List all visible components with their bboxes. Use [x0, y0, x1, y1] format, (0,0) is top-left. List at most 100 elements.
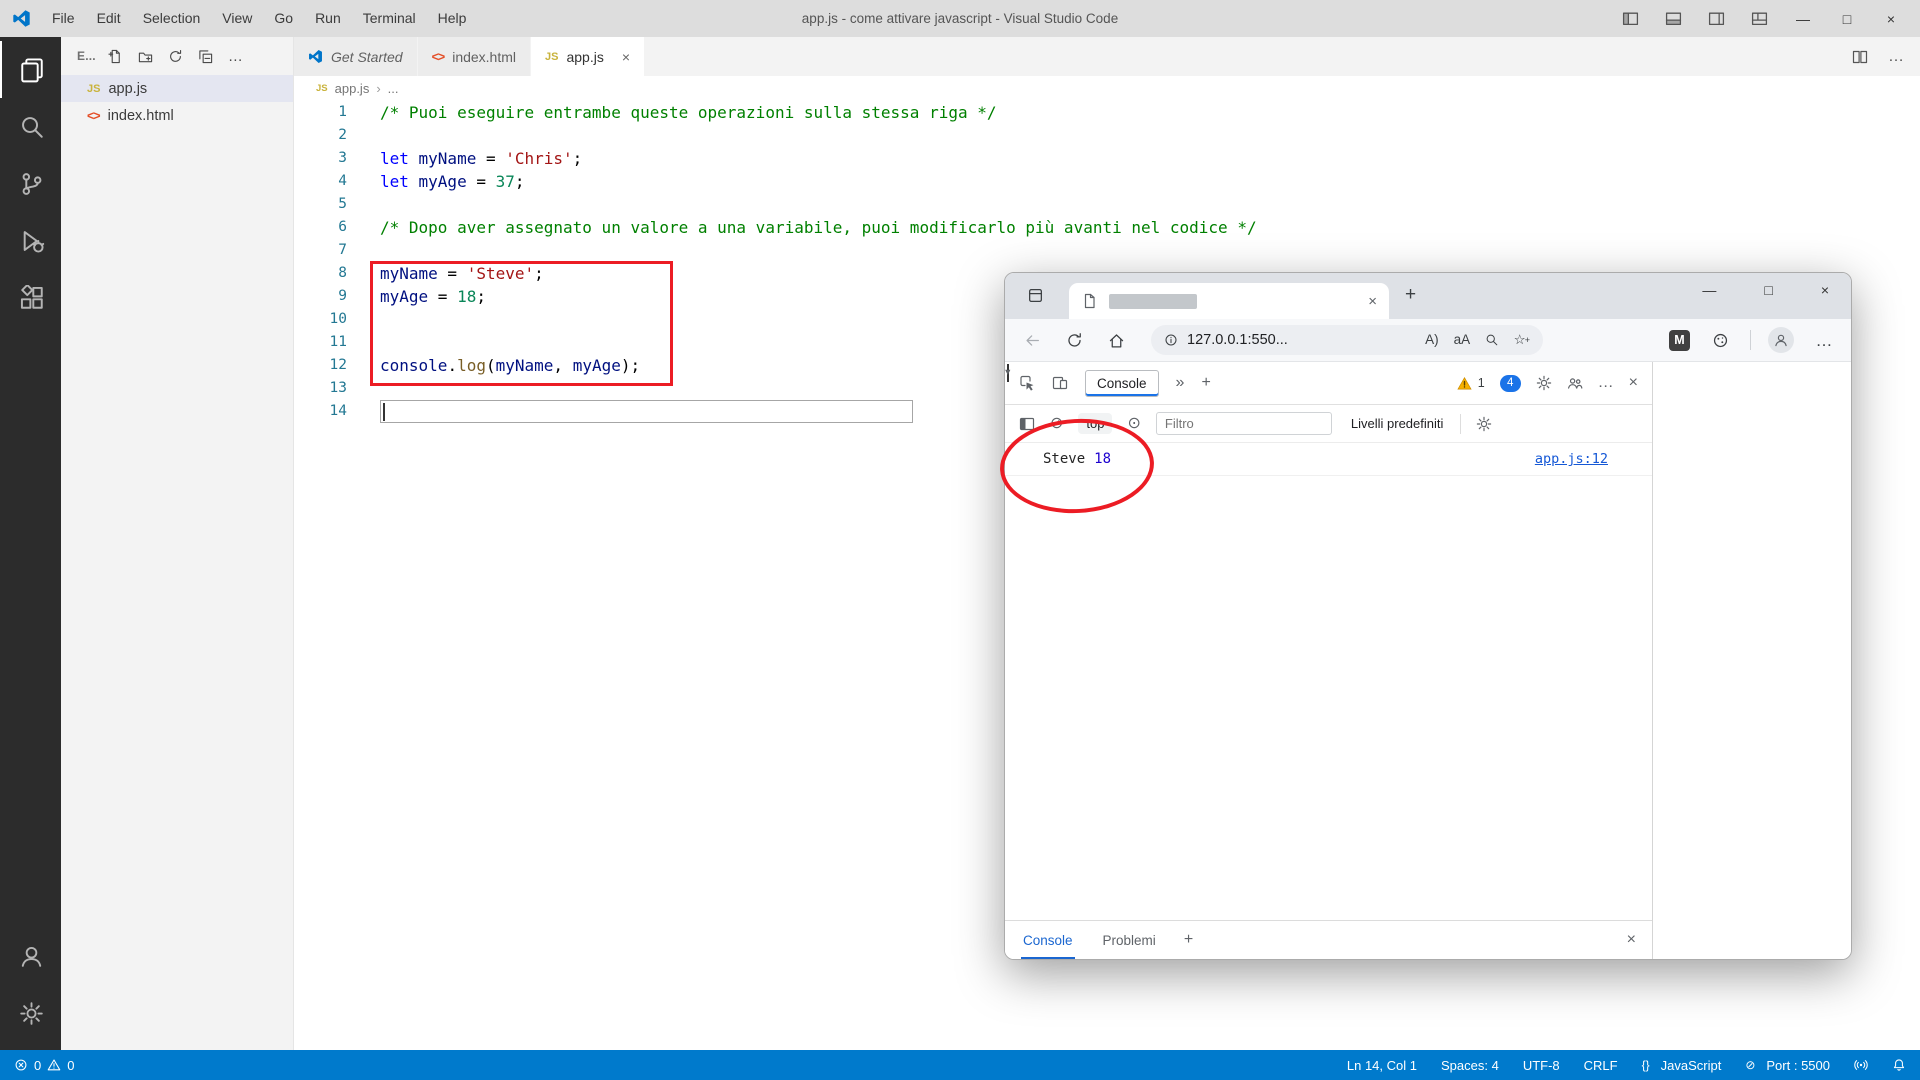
more-actions-icon[interactable]: … — [228, 49, 243, 64]
menu-file[interactable]: File — [41, 0, 86, 37]
translate-icon[interactable]: aA — [1454, 333, 1471, 347]
drawer-tab-console[interactable]: Console — [1021, 921, 1075, 959]
extensions-icon[interactable] — [0, 269, 61, 326]
log-levels-dropdown[interactable]: Livelli predefiniti ▾ — [1351, 416, 1444, 431]
notifications-bell-icon[interactable] — [1892, 1058, 1906, 1072]
read-aloud-icon[interactable]: A) — [1425, 333, 1439, 347]
site-info-icon[interactable] — [1164, 333, 1178, 347]
browser-more-icon[interactable]: … — [1811, 332, 1837, 349]
clear-console-icon[interactable]: ⊘ — [1050, 416, 1063, 432]
tab-app-js[interactable]: JSapp.js× — [531, 37, 645, 76]
status-port-5500[interactable]: ⊘Port : 5500 — [1745, 1058, 1830, 1073]
tab-actions-icon[interactable] — [1027, 287, 1044, 304]
menu-help[interactable]: Help — [427, 0, 478, 37]
file-index-html[interactable]: <>index.html — [61, 102, 293, 129]
tab-get-started[interactable]: Get Started — [294, 37, 418, 76]
inspect-element-icon[interactable] — [1019, 375, 1035, 391]
menu-terminal[interactable]: Terminal — [352, 0, 427, 37]
devtools-tab-console[interactable]: Console — [1085, 370, 1159, 397]
zoom-icon[interactable] — [1485, 333, 1499, 347]
devtools-more-icon[interactable]: … — [1598, 375, 1614, 391]
log-source-link[interactable]: app.js:12 — [1535, 451, 1608, 467]
toggle-panel-icon[interactable] — [1665, 10, 1682, 27]
devtools-close-icon[interactable]: × — [1629, 375, 1638, 391]
console-sidebar-icon[interactable] — [1019, 416, 1035, 432]
console-filter-input[interactable] — [1156, 412, 1332, 435]
minimize-button[interactable]: — — [1794, 12, 1812, 26]
code-line-1[interactable]: 1/* Puoi eseguire entrambe queste operaz… — [294, 101, 1920, 124]
maximize-button[interactable]: □ — [1838, 12, 1856, 26]
toggle-secondary-sidebar-icon[interactable] — [1708, 10, 1725, 27]
live-expression-eye-icon[interactable]: ⊙ — [1127, 416, 1140, 432]
add-panel-icon[interactable]: + — [1201, 375, 1210, 391]
status-spaces-4[interactable]: Spaces: 4 — [1441, 1058, 1499, 1073]
minimize-button[interactable]: — — [1702, 283, 1716, 297]
address-bar[interactable]: 127.0.0.1:550... A) aA ☆ — [1151, 325, 1543, 355]
folder-name[interactable]: E... — [77, 49, 96, 63]
tab-index-html[interactable]: <>index.html — [418, 37, 531, 76]
status-crlf[interactable]: CRLF — [1584, 1058, 1618, 1073]
issues-badge[interactable]: 4 — [1500, 375, 1521, 392]
new-folder-icon[interactable] — [138, 49, 153, 64]
new-tab-icon[interactable]: + — [1405, 285, 1416, 304]
device-toolbar-icon[interactable] — [1052, 375, 1068, 391]
drawer-tab-problemi[interactable]: Problemi — [1101, 921, 1158, 959]
breadcrumb-file[interactable]: app.js — [335, 81, 370, 96]
close-icon[interactable]: × — [622, 49, 630, 65]
profile-avatar[interactable] — [1768, 327, 1794, 353]
menu-selection[interactable]: Selection — [132, 0, 212, 37]
collapse-folders-icon[interactable] — [198, 49, 213, 64]
breadcrumb[interactable]: JS app.js › ... — [294, 76, 1920, 101]
add-favorite-icon[interactable]: ☆ — [1514, 333, 1530, 347]
menu-run[interactable]: Run — [304, 0, 352, 37]
source-control-icon[interactable] — [0, 155, 61, 212]
maximize-button[interactable]: □ — [1764, 283, 1772, 297]
home-icon[interactable] — [1103, 332, 1129, 349]
warning-icon[interactable] — [1457, 376, 1472, 391]
close-button[interactable]: × — [1882, 12, 1900, 26]
settings-icon[interactable] — [0, 985, 61, 1042]
tab-close-icon[interactable]: × — [1368, 294, 1377, 309]
code-line-6[interactable]: 6/* Dopo aver assegnato un valore a una … — [294, 216, 1920, 239]
broadcast-icon[interactable] — [1854, 1058, 1868, 1072]
status-utf-8[interactable]: UTF-8 — [1523, 1058, 1560, 1073]
url-text[interactable]: 127.0.0.1:550... — [1187, 332, 1288, 348]
explorer-icon[interactable] — [0, 41, 61, 98]
code-line-5[interactable]: 5 — [294, 193, 1920, 216]
console-settings-icon[interactable] — [1476, 416, 1492, 432]
code-line-3[interactable]: 3let myName = 'Chris'; — [294, 147, 1920, 170]
more-panels-icon[interactable]: » — [1176, 375, 1185, 391]
account-icon[interactable] — [0, 928, 61, 985]
m-extension-icon[interactable]: M — [1669, 330, 1690, 351]
customize-layout-icon[interactable] — [1751, 10, 1768, 27]
browser-tab[interactable]: × — [1069, 283, 1389, 319]
code-line-2[interactable]: 2 — [294, 124, 1920, 147]
editor-more-icon[interactable]: … — [1888, 49, 1904, 65]
context-selector[interactable]: top ▾ — [1078, 413, 1112, 434]
browser-essentials-icon[interactable] — [1707, 332, 1733, 349]
split-editor-icon[interactable] — [1852, 49, 1868, 65]
breadcrumb-symbol[interactable]: ... — [388, 81, 399, 96]
menu-go[interactable]: Go — [263, 0, 304, 37]
new-file-icon[interactable] — [108, 49, 123, 64]
toggle-sidebar-icon[interactable] — [1622, 10, 1639, 27]
file-app-js[interactable]: JSapp.js — [61, 75, 293, 102]
reload-icon[interactable] — [1061, 332, 1087, 349]
refresh-explorer-icon[interactable] — [168, 49, 183, 64]
people-icon[interactable] — [1567, 375, 1583, 391]
menu-view[interactable]: View — [211, 0, 263, 37]
close-button[interactable]: × — [1821, 283, 1829, 297]
run-debug-icon[interactable] — [0, 212, 61, 269]
page-viewport[interactable] — [1654, 362, 1851, 959]
drawer-close-icon[interactable]: × — [1627, 932, 1636, 948]
status-ln-14-col-1[interactable]: Ln 14, Col 1 — [1347, 1058, 1417, 1073]
devtools-settings-icon[interactable] — [1536, 375, 1552, 391]
status-javascript[interactable]: {}JavaScript — [1642, 1058, 1722, 1073]
back-icon[interactable] — [1019, 332, 1045, 349]
code-line-4[interactable]: 4let myAge = 37; — [294, 170, 1920, 193]
problems-indicator[interactable]: 0 0 — [14, 1058, 74, 1073]
search-icon[interactable] — [0, 98, 61, 155]
menu-edit[interactable]: Edit — [86, 0, 132, 37]
code-line-7[interactable]: 7 — [294, 239, 1920, 262]
drawer-add-icon[interactable]: + — [1184, 932, 1193, 948]
